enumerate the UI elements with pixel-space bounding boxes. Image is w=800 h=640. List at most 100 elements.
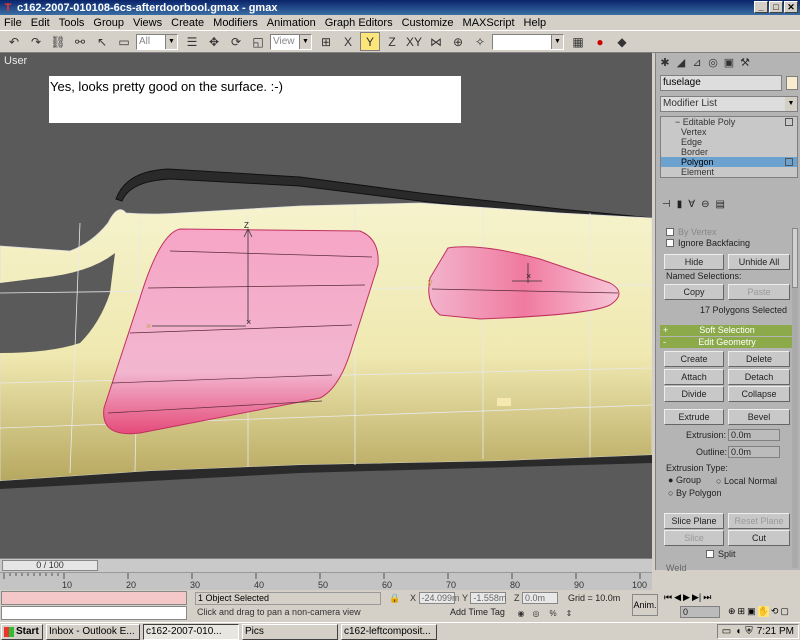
menu-tools[interactable]: Tools [55, 17, 90, 29]
restrict-y-icon[interactable]: Y [360, 32, 380, 51]
zoom-icon[interactable]: ⊕ [728, 606, 736, 617]
snap-toggle-icon[interactable]: ◉ [515, 607, 527, 619]
tray-network-icon[interactable]: ▭ [722, 626, 731, 637]
extrusion-spinner[interactable]: 0.0m [728, 429, 780, 441]
pan-icon[interactable]: ✋ [757, 606, 769, 617]
stack-item-edge[interactable]: Edge [661, 137, 797, 147]
group-radio[interactable]: ● Group [668, 475, 701, 485]
select-by-name-icon[interactable]: ☰ [182, 32, 202, 51]
current-frame-spinner[interactable]: 0 [680, 606, 720, 618]
lock-selection-icon[interactable]: 🔒 [388, 592, 402, 605]
create-button[interactable]: Create [664, 351, 724, 367]
collapse-button[interactable]: Collapse [728, 386, 790, 402]
ignore-backfacing-option[interactable]: Ignore Backfacing [656, 236, 750, 250]
stack-item-border[interactable]: Border [661, 147, 797, 157]
tray-volume-icon[interactable]: ◖ [735, 626, 741, 637]
menu-edit[interactable]: Edit [27, 17, 55, 29]
task-pics[interactable]: Pics [242, 623, 338, 640]
split-checkbox[interactable] [706, 550, 714, 558]
slice-button[interactable]: Slice [664, 530, 724, 546]
paste-button[interactable]: Paste [728, 284, 790, 300]
render-icon[interactable]: ● [590, 32, 610, 51]
show-end-result-icon[interactable]: ▮ [677, 199, 683, 213]
selection-filter-dropdown[interactable]: All ▼ [136, 33, 178, 50]
menu-file[interactable]: File [0, 17, 27, 29]
slice-plane-button[interactable]: Slice Plane [664, 513, 724, 529]
stack-item-vertex[interactable]: Vertex [661, 127, 797, 137]
named-selection-dropdown[interactable]: ▼ [492, 33, 564, 50]
pin-stack-icon[interactable]: ⊣ [662, 199, 671, 213]
go-to-start-icon[interactable]: ⏮ [664, 592, 672, 603]
previous-frame-icon[interactable]: ◀ [674, 592, 681, 603]
track-bar[interactable]: 10 20 30 40 50 60 70 80 90 100 [0, 572, 652, 590]
select-object-icon[interactable]: ↖ [92, 32, 112, 51]
pivot-center-icon[interactable]: ⊞ [316, 32, 336, 51]
close-button[interactable]: ✕ [784, 1, 798, 13]
snap-icon[interactable]: ✧ [470, 32, 490, 51]
menu-maxscript[interactable]: MAXScript [459, 17, 520, 29]
region-select-icon[interactable]: ▭ [114, 32, 134, 51]
maxscript-listener-output[interactable] [1, 591, 187, 605]
menu-views[interactable]: Views [129, 17, 167, 29]
menu-animation[interactable]: Animation [263, 17, 321, 29]
coord-z-field[interactable]: 0.0m [522, 592, 559, 604]
maximize-viewport-icon[interactable]: ▢ [780, 606, 789, 617]
by-vertex-checkbox[interactable] [666, 228, 674, 236]
edit-geometry-rollout[interactable]: - Edit Geometry [660, 337, 794, 348]
percent-snap-icon[interactable]: % [547, 607, 559, 619]
align-icon[interactable]: ⊕ [448, 32, 468, 51]
detach-button[interactable]: Detach [728, 369, 790, 385]
object-name-field[interactable]: fuselage [660, 75, 782, 91]
start-button[interactable]: Start [1, 623, 43, 640]
menu-help[interactable]: Help [520, 17, 552, 29]
play-icon[interactable]: ▶ [683, 592, 690, 603]
hierarchy-tab-icon[interactable]: ⊿ [690, 56, 704, 70]
angle-snap-icon[interactable]: ◎ [530, 607, 542, 619]
coord-y-field[interactable]: -1.558m [470, 592, 506, 604]
motion-tab-icon[interactable]: ◎ [706, 56, 720, 70]
hide-button[interactable]: Hide [664, 254, 724, 270]
scale-icon[interactable]: ◱ [248, 32, 268, 51]
extrude-button[interactable]: Extrude [664, 409, 724, 425]
stack-toggle[interactable] [785, 158, 793, 166]
by-polygon-radio[interactable]: ○ By Polygon [668, 488, 721, 498]
mirror-icon[interactable]: ⋈ [426, 32, 446, 51]
time-slider-handle[interactable]: 0 / 100 [2, 560, 98, 571]
go-to-end-icon[interactable]: ⏭ [703, 592, 711, 603]
reference-coordinate-dropdown[interactable]: View ▼ [270, 33, 312, 50]
modify-tab-icon[interactable]: ◢ [674, 56, 688, 70]
tray-security-icon[interactable]: ⛨ [745, 626, 753, 637]
scrollbar-thumb[interactable] [792, 228, 798, 288]
restrict-x-icon[interactable]: X [338, 32, 358, 51]
spinner-snap-icon[interactable]: ⇕ [563, 607, 575, 619]
stack-item-editable-poly[interactable]: − Editable Poly [661, 117, 797, 127]
configure-sets-icon[interactable]: ▤ [715, 199, 724, 213]
unhide-all-button[interactable]: Unhide All [728, 254, 790, 270]
coord-x-field[interactable]: -24.099m [418, 592, 460, 604]
delete-button[interactable]: Delete [728, 351, 790, 367]
task-outlook[interactable]: Inbox - Outlook E... [46, 623, 140, 640]
create-tab-icon[interactable]: ✱ [658, 56, 672, 70]
reset-plane-button[interactable]: Reset Plane [728, 513, 790, 529]
bevel-button[interactable]: Bevel [728, 409, 790, 425]
restrict-z-icon[interactable]: Z [382, 32, 402, 51]
time-slider[interactable]: 0 / 100 [0, 558, 652, 572]
material-editor-icon[interactable]: ▦ [568, 32, 588, 51]
local-normal-radio[interactable]: ○ Local Normal [716, 476, 777, 486]
task-image-viewer[interactable]: c162-leftcomposit... [341, 623, 437, 640]
soft-selection-rollout[interactable]: + Soft Selection [660, 325, 794, 336]
add-time-tag-button[interactable]: Add Time Tag [450, 607, 505, 617]
viewport-label[interactable]: User [4, 55, 27, 67]
attach-button[interactable]: Attach [664, 369, 724, 385]
ignore-backfacing-checkbox[interactable] [666, 239, 674, 247]
rotate-icon[interactable]: ⟳ [226, 32, 246, 51]
arc-rotate-icon[interactable]: ⟲ [771, 606, 779, 617]
undo-icon[interactable]: ↶ [4, 32, 24, 51]
stack-item-polygon[interactable]: Polygon [661, 157, 797, 167]
remove-modifier-icon[interactable]: ⊖ [701, 199, 709, 213]
make-unique-icon[interactable]: ∀ [688, 199, 695, 213]
cut-button[interactable]: Cut [728, 530, 790, 546]
minimize-button[interactable]: _ [754, 1, 768, 13]
zoom-extents-icon[interactable]: ▣ [747, 606, 756, 617]
coord-x[interactable]: X -24.099m [410, 592, 460, 605]
